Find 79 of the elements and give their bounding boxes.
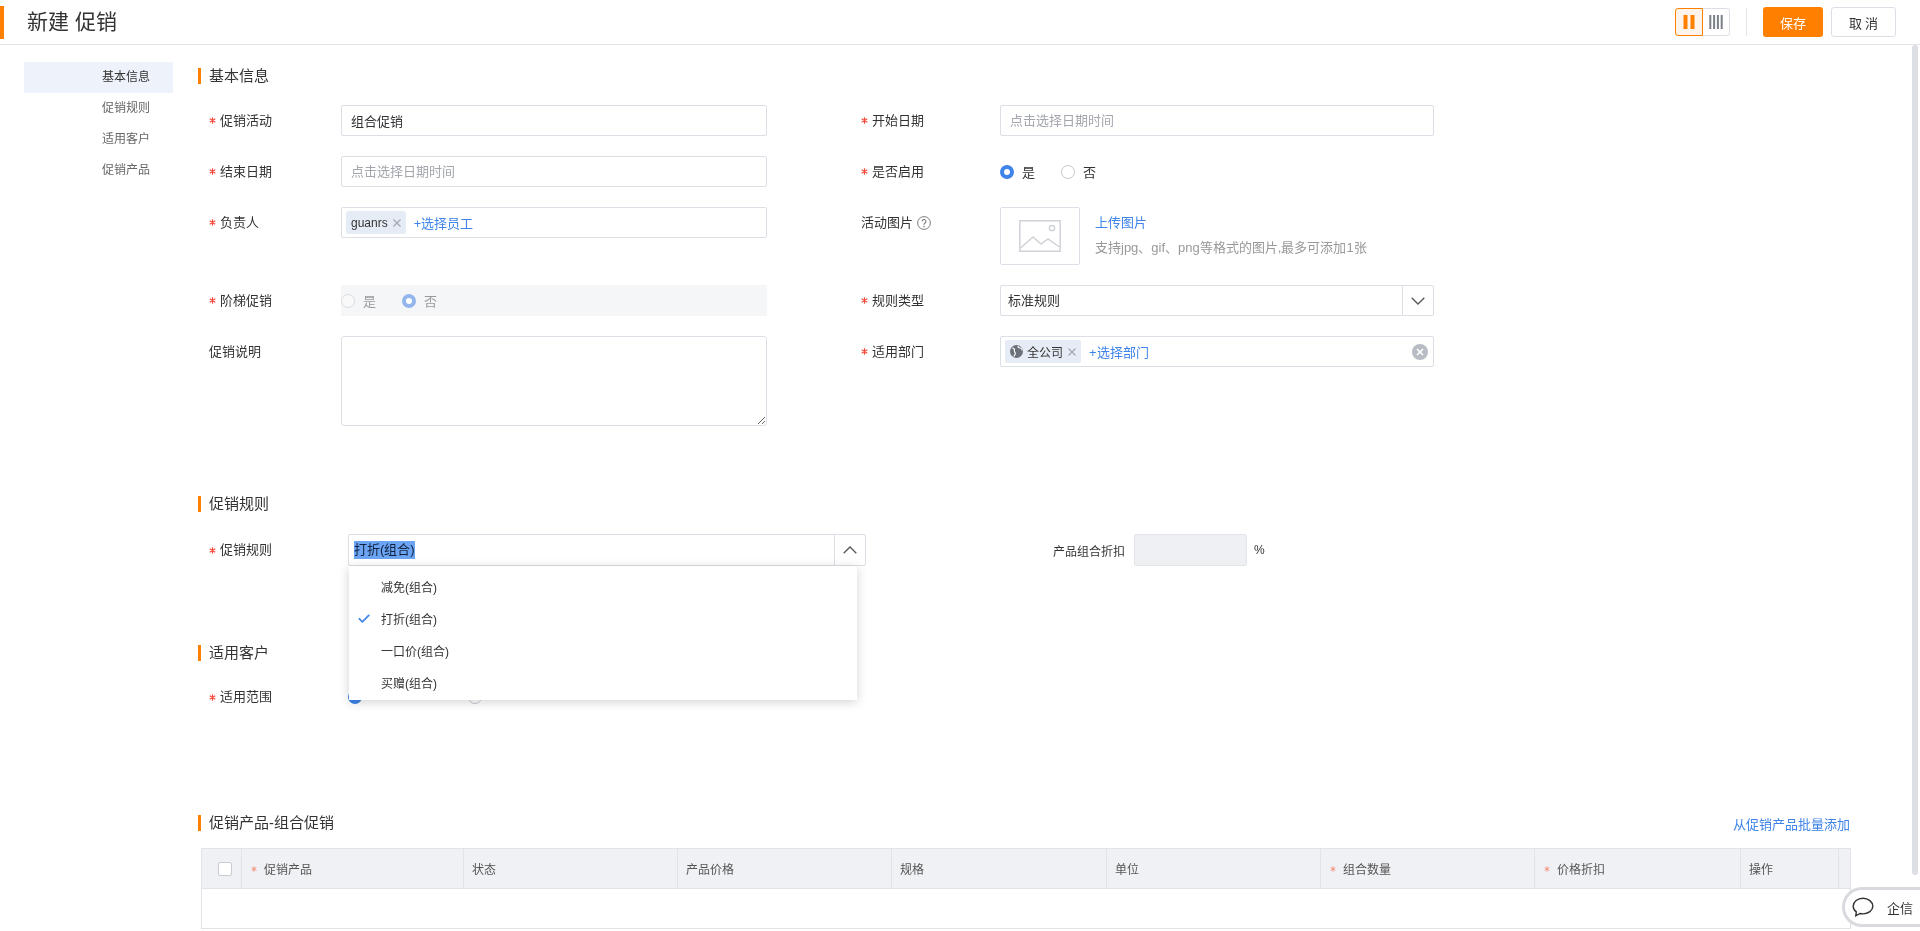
- field-label: 结束日期: [220, 162, 272, 181]
- selected-text-highlight: 打折(组合): [354, 541, 415, 559]
- globe-icon: [1010, 345, 1023, 358]
- sidebar-item[interactable]: 基本信息: [24, 62, 173, 93]
- section-accent-bar: [198, 645, 201, 661]
- input-field[interactable]: 组合促销: [341, 105, 767, 136]
- two-bars-icon: [1683, 15, 1695, 29]
- textarea-field[interactable]: [341, 336, 767, 426]
- select-field[interactable]: 打折(组合): [348, 534, 866, 566]
- chat-bubble-icon: [1852, 897, 1874, 917]
- input-field[interactable]: 点击选择日期时间: [341, 156, 767, 187]
- section-title: 基本信息: [209, 66, 269, 86]
- dropdown-option[interactable]: 减免(组合): [349, 570, 857, 602]
- radio-button[interactable]: [1000, 164, 1014, 179]
- add-link[interactable]: +选择部门: [1089, 342, 1149, 361]
- view-mode-button[interactable]: [1675, 8, 1703, 36]
- select-all-checkbox[interactable]: [218, 861, 232, 876]
- column-header: 组合数量: [1343, 862, 1391, 877]
- field-label: 规则类型: [872, 291, 924, 310]
- sidebar-item[interactable]: 促销产品: [24, 155, 173, 186]
- close-icon[interactable]: [392, 218, 401, 227]
- field-label: 是否启用: [872, 162, 924, 181]
- column-header: 单位: [1115, 862, 1139, 877]
- column-header: 操作: [1749, 862, 1773, 877]
- radio-button[interactable]: [1061, 164, 1075, 179]
- chevron-up-icon: [843, 546, 857, 554]
- field-label: 活动图片: [861, 213, 913, 232]
- field-label: 适用部门: [872, 342, 924, 361]
- tag-input-field[interactable]: guanrs +选择员工: [341, 207, 767, 238]
- cancel-button[interactable]: 取 消: [1831, 7, 1896, 37]
- field-label: 阶梯促销: [220, 291, 272, 310]
- column-header: 规格: [900, 862, 924, 877]
- chat-button[interactable]: 企信: [1842, 887, 1920, 927]
- four-bars-icon: [1709, 15, 1723, 29]
- field-label: 产品组合折扣: [1053, 543, 1125, 559]
- tag-input-field[interactable]: 全公司 +选择部门: [1000, 336, 1434, 367]
- input-field[interactable]: 点击选择日期时间: [1000, 105, 1434, 136]
- dropdown-option[interactable]: 一口价(组合): [349, 634, 857, 666]
- section-title: 促销规则: [209, 494, 269, 514]
- add-link[interactable]: +选择员工: [413, 213, 474, 232]
- section-title: 适用客户: [209, 643, 269, 663]
- chevron-down-icon: [1411, 296, 1425, 305]
- column-header: 产品价格: [686, 862, 734, 877]
- sidebar-item[interactable]: 促销规则: [24, 93, 173, 124]
- field-label: 促销规则: [220, 541, 272, 559]
- dropdown-option[interactable]: 打折(组合): [349, 602, 857, 634]
- column-header: 促销产品: [264, 862, 312, 877]
- radio-label: 否: [424, 293, 437, 310]
- upload-link[interactable]: 上传图片: [1095, 213, 1147, 233]
- tag-label: guanrs: [351, 215, 388, 230]
- unit-label: %: [1254, 543, 1265, 557]
- field-label: 开始日期: [872, 111, 924, 130]
- field-label: 适用范围: [220, 688, 272, 706]
- radio-label: 否: [1083, 164, 1096, 181]
- section-accent-bar: [198, 68, 201, 84]
- scrollbar-thumb[interactable]: [1912, 45, 1918, 875]
- header-accent-bar: [0, 5, 4, 39]
- column-header: 价格折扣: [1557, 862, 1605, 877]
- image-placeholder-icon: [1019, 220, 1061, 252]
- section-accent-bar: [198, 496, 201, 512]
- radio-label: 是: [363, 293, 376, 310]
- sidebar-item[interactable]: 适用客户: [24, 124, 173, 155]
- column-header: 状态: [472, 862, 496, 877]
- dropdown-option[interactable]: 买赠(组合): [349, 666, 857, 698]
- select-field[interactable]: 标准规则: [1000, 285, 1434, 316]
- field-label: 负责人: [220, 213, 259, 232]
- section-title: 促销产品-组合促销: [209, 813, 334, 833]
- section-accent-bar: [198, 815, 201, 831]
- batch-add-link[interactable]: 从促销产品批量添加: [1733, 813, 1850, 833]
- field-label: 促销活动: [220, 111, 272, 130]
- help-icon[interactable]: [917, 215, 931, 230]
- close-icon[interactable]: [1068, 347, 1076, 356]
- tag-label: 全公司: [1027, 345, 1063, 360]
- field-label: 促销说明: [209, 342, 261, 361]
- page-title: 新建 促销: [27, 9, 117, 35]
- image-upload-box[interactable]: [1000, 207, 1080, 265]
- radio-label: 是: [1022, 164, 1035, 181]
- upload-hint: 支持jpg、gif、png等格式的图片,最多可添加1张: [1095, 239, 1367, 257]
- clear-icon[interactable]: [1412, 343, 1428, 360]
